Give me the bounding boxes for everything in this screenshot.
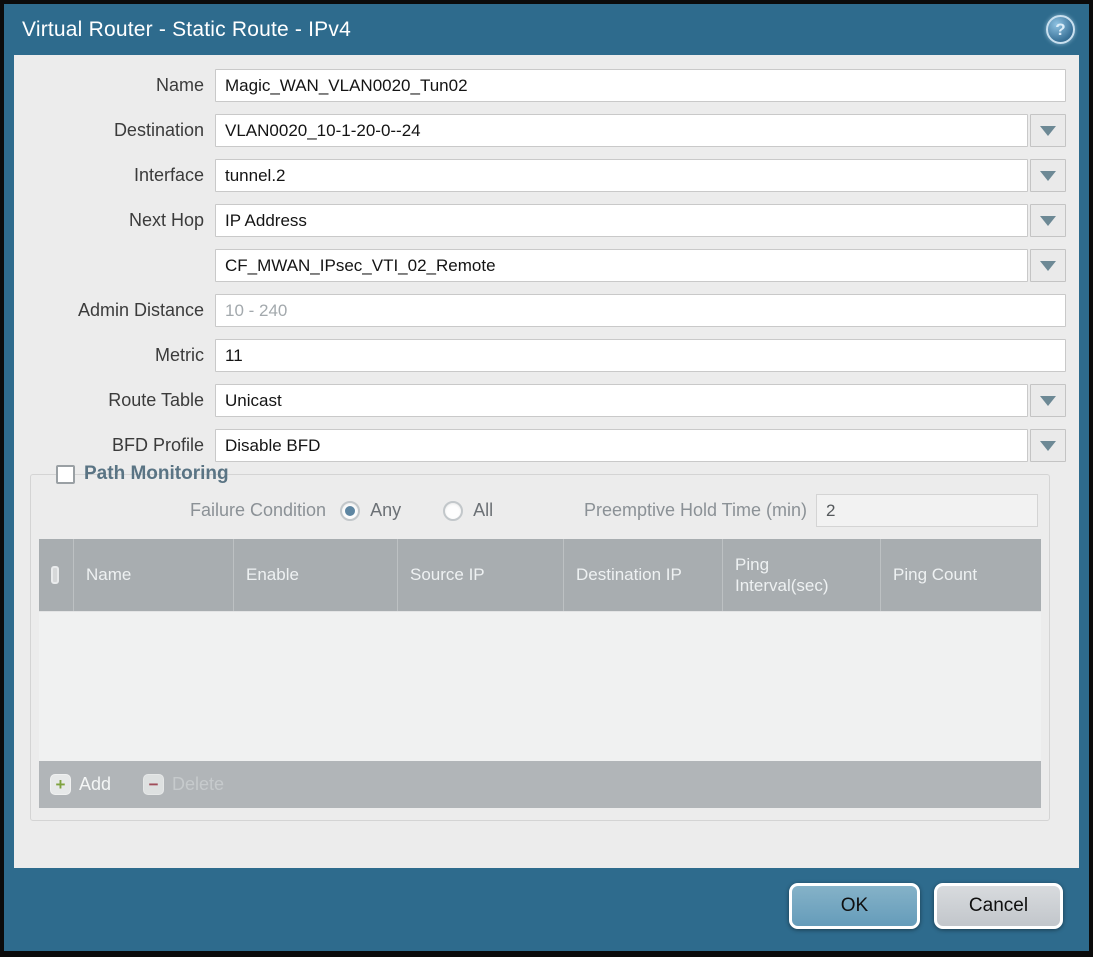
- failure-condition-any-radio[interactable]: [340, 501, 360, 521]
- failure-condition-label: Failure Condition: [190, 500, 326, 521]
- column-header-ping-count: Ping Count: [881, 539, 1041, 611]
- next-hop-label: Next Hop: [14, 210, 215, 231]
- failure-condition-all-radio[interactable]: [443, 501, 463, 521]
- destination-dropdown-button[interactable]: [1030, 114, 1066, 147]
- path-monitoring-legend: Path Monitoring: [50, 463, 235, 485]
- form-row-admin-distance: Admin Distance: [14, 294, 1066, 327]
- chevron-down-icon: [1040, 171, 1056, 181]
- cancel-button[interactable]: Cancel: [934, 883, 1063, 929]
- add-button[interactable]: + Add: [50, 774, 111, 795]
- column-header-destination-ip: Destination IP: [564, 539, 723, 611]
- interface-input[interactable]: [215, 159, 1028, 192]
- table-toolbar: + Add − Delete: [39, 761, 1041, 808]
- table-body-empty: [39, 611, 1041, 761]
- next-hop-type-dropdown-button[interactable]: [1030, 204, 1066, 237]
- dialog-content: Name Destination Interface: [14, 55, 1079, 868]
- table-header-row: Name Enable Source IP Destination IP Pin…: [39, 539, 1041, 611]
- metric-label: Metric: [14, 345, 215, 366]
- preemptive-hold-time-group: Preemptive Hold Time (min): [584, 494, 1038, 527]
- failure-condition-all-label: All: [473, 500, 493, 521]
- delete-button[interactable]: − Delete: [143, 774, 224, 795]
- interface-label: Interface: [14, 165, 215, 186]
- admin-distance-input[interactable]: [215, 294, 1066, 327]
- destination-input[interactable]: [215, 114, 1028, 147]
- form-row-metric: Metric: [14, 339, 1066, 372]
- form-row-bfd-profile: BFD Profile: [14, 429, 1066, 462]
- route-table-input[interactable]: [215, 384, 1028, 417]
- form-row-next-hop-address: [14, 249, 1066, 282]
- name-input[interactable]: [215, 69, 1066, 102]
- next-hop-type-input[interactable]: [215, 204, 1028, 237]
- name-label: Name: [14, 75, 215, 96]
- bfd-profile-label: BFD Profile: [14, 435, 215, 456]
- failure-condition-any-label: Any: [370, 500, 401, 521]
- bfd-profile-input[interactable]: [215, 429, 1028, 462]
- chevron-down-icon: [1040, 216, 1056, 226]
- next-hop-address-dropdown-button[interactable]: [1030, 249, 1066, 282]
- ok-button[interactable]: OK: [789, 883, 920, 929]
- form-row-destination: Destination: [14, 114, 1066, 147]
- column-header-name: Name: [74, 539, 234, 611]
- column-header-enable: Enable: [234, 539, 398, 611]
- interface-dropdown-button[interactable]: [1030, 159, 1066, 192]
- metric-input[interactable]: [215, 339, 1066, 372]
- path-monitoring-title: Path Monitoring: [84, 463, 229, 485]
- chevron-down-icon: [1040, 441, 1056, 451]
- plus-icon: +: [50, 774, 71, 795]
- add-button-label: Add: [79, 774, 111, 795]
- minus-icon: −: [143, 774, 164, 795]
- chevron-down-icon: [1040, 396, 1056, 406]
- dialog-titlebar: Virtual Router - Static Route - IPv4 ?: [4, 4, 1089, 55]
- static-route-dialog: Virtual Router - Static Route - IPv4 ? N…: [0, 0, 1093, 957]
- select-all-checkbox[interactable]: [51, 566, 59, 584]
- column-header-ping-interval: Ping Interval(sec): [723, 539, 881, 611]
- content-wrap: Name Destination Interface: [4, 55, 1089, 868]
- form-row-route-table: Route Table: [14, 384, 1066, 417]
- dialog-footer: OK Cancel: [4, 868, 1089, 951]
- path-monitoring-section: Path Monitoring Failure Condition Any Al…: [30, 474, 1050, 821]
- bfd-profile-dropdown-button[interactable]: [1030, 429, 1066, 462]
- destination-label: Destination: [14, 120, 215, 141]
- preemptive-hold-time-input[interactable]: [816, 494, 1038, 527]
- next-hop-address-input[interactable]: [215, 249, 1028, 282]
- failure-condition-row: Failure Condition Any All Preemptive Hol…: [38, 494, 1038, 527]
- preemptive-hold-time-label: Preemptive Hold Time (min): [584, 500, 807, 521]
- column-header-source-ip: Source IP: [398, 539, 564, 611]
- form-row-name: Name: [14, 69, 1066, 102]
- path-monitoring-table: Name Enable Source IP Destination IP Pin…: [39, 539, 1041, 808]
- route-table-dropdown-button[interactable]: [1030, 384, 1066, 417]
- delete-button-label: Delete: [172, 774, 224, 795]
- route-table-label: Route Table: [14, 390, 215, 411]
- help-icon[interactable]: ?: [1046, 15, 1075, 44]
- dialog-title: Virtual Router - Static Route - IPv4: [22, 18, 351, 42]
- select-all-header-cell: [39, 539, 74, 611]
- form-row-next-hop: Next Hop: [14, 204, 1066, 237]
- admin-distance-label: Admin Distance: [14, 300, 215, 321]
- chevron-down-icon: [1040, 126, 1056, 136]
- path-monitoring-checkbox[interactable]: [56, 465, 75, 484]
- form-row-interface: Interface: [14, 159, 1066, 192]
- chevron-down-icon: [1040, 261, 1056, 271]
